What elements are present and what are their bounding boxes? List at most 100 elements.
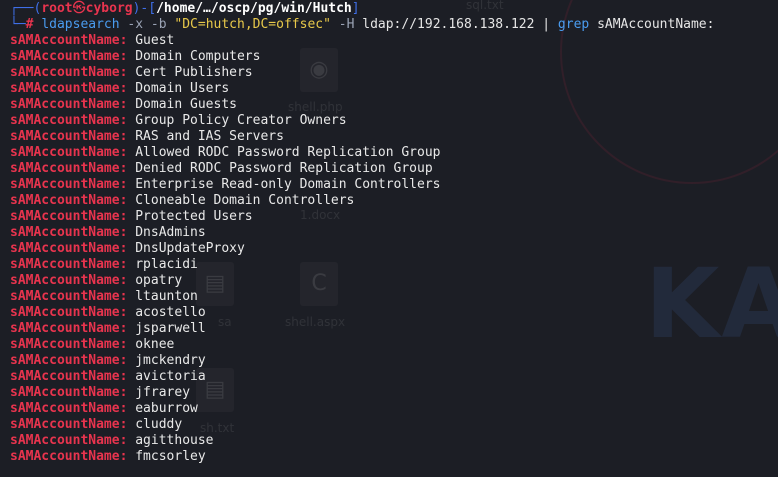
command-base-dn: "DC=hutch,DC=offsec" bbox=[174, 17, 331, 32]
output-line: sAMAccountName: DnsAdmins bbox=[10, 225, 778, 241]
attribute-value: jmckendry bbox=[135, 353, 206, 368]
attribute-key: sAMAccountName: bbox=[10, 209, 128, 224]
attribute-value: cluddy bbox=[135, 417, 183, 432]
output-line: sAMAccountName: jmckendry bbox=[10, 353, 778, 369]
output-line: sAMAccountName: Allowed RODC Password Re… bbox=[10, 145, 778, 161]
attribute-key: sAMAccountName: bbox=[10, 177, 128, 192]
attribute-key: sAMAccountName: bbox=[10, 33, 128, 48]
attribute-key: sAMAccountName: bbox=[10, 273, 128, 288]
output-line: sAMAccountName: Enterprise Read-only Dom… bbox=[10, 177, 778, 193]
prompt-frame: ┌──( bbox=[10, 1, 42, 16]
attribute-key: sAMAccountName: bbox=[10, 145, 128, 160]
attribute-value: oknee bbox=[135, 337, 175, 352]
skull-icon: ㉿ bbox=[72, 1, 86, 16]
command-grep: grep bbox=[557, 17, 590, 32]
command-pipe: | bbox=[542, 17, 551, 32]
output-line: sAMAccountName: avictoria bbox=[10, 369, 778, 385]
attribute-key: sAMAccountName: bbox=[10, 337, 128, 352]
attribute-key: sAMAccountName: bbox=[10, 81, 128, 96]
prompt-frame: )-[ bbox=[132, 1, 157, 16]
attribute-value: Domain Guests bbox=[135, 97, 237, 112]
attribute-key: sAMAccountName: bbox=[10, 401, 128, 416]
output-line: sAMAccountName: agitthouse bbox=[10, 433, 778, 449]
attribute-key: sAMAccountName: bbox=[10, 129, 128, 144]
command-flag: -b bbox=[150, 17, 167, 32]
attribute-value: DnsUpdateProxy bbox=[135, 241, 245, 256]
command-flag: -x bbox=[127, 17, 144, 32]
output-line: sAMAccountName: Domain Guests bbox=[10, 97, 778, 113]
output-line: sAMAccountName: Guest bbox=[10, 33, 778, 49]
attribute-key: sAMAccountName: bbox=[10, 305, 128, 320]
attribute-value: Cert Publishers bbox=[135, 65, 253, 80]
attribute-key: sAMAccountName: bbox=[10, 321, 128, 336]
output-line: sAMAccountName: Group Policy Creator Own… bbox=[10, 113, 778, 129]
attribute-value: RAS and IAS Servers bbox=[135, 129, 284, 144]
attribute-key: sAMAccountName: bbox=[10, 449, 128, 464]
output-line: sAMAccountName: rplacidi bbox=[10, 257, 778, 273]
output-line: sAMAccountName: eaburrow bbox=[10, 401, 778, 417]
attribute-value: avictoria bbox=[135, 369, 206, 384]
attribute-key: sAMAccountName: bbox=[10, 417, 128, 432]
prompt-host: cyborg bbox=[85, 1, 133, 16]
attribute-value: Allowed RODC Password Replication Group bbox=[135, 145, 441, 160]
attribute-value: Domain Users bbox=[135, 81, 230, 96]
attribute-value: jfrarey bbox=[135, 385, 191, 400]
output-line: sAMAccountName: cluddy bbox=[10, 417, 778, 433]
attribute-key: sAMAccountName: bbox=[10, 353, 128, 368]
command-flag: -H bbox=[338, 17, 355, 32]
output-line: sAMAccountName: ltaunton bbox=[10, 289, 778, 305]
attribute-value: rplacidi bbox=[135, 257, 198, 272]
output-line: sAMAccountName: Domain Computers bbox=[10, 49, 778, 65]
prompt-frame: └─ bbox=[10, 17, 26, 32]
terminal-window[interactable]: KA sql.txt ◉ shell.php 1.docx C shell.as… bbox=[0, 0, 778, 477]
attribute-value: Guest bbox=[135, 33, 175, 48]
output-line: sAMAccountName: jsparwell bbox=[10, 321, 778, 337]
attribute-key: sAMAccountName: bbox=[10, 241, 128, 256]
command-line[interactable]: └─# ldapsearch -x -b "DC=hutch,DC=offsec… bbox=[10, 17, 778, 33]
attribute-key: sAMAccountName: bbox=[10, 161, 128, 176]
attribute-value: opatry bbox=[135, 273, 183, 288]
command-uri: ldap://192.168.138.122 bbox=[362, 17, 535, 32]
output-line: sAMAccountName: Cert Publishers bbox=[10, 65, 778, 81]
prompt-user: root bbox=[41, 1, 73, 16]
output-line: sAMAccountName: Protected Users bbox=[10, 209, 778, 225]
output-line: sAMAccountName: oknee bbox=[10, 337, 778, 353]
prompt-hash: # bbox=[25, 17, 34, 32]
attribute-key: sAMAccountName: bbox=[10, 193, 128, 208]
attribute-value: Denied RODC Password Replication Group bbox=[135, 161, 433, 176]
output-line: sAMAccountName: jfrarey bbox=[10, 385, 778, 401]
output-line: sAMAccountName: DnsUpdateProxy bbox=[10, 241, 778, 257]
attribute-key: sAMAccountName: bbox=[10, 433, 128, 448]
output-line: sAMAccountName: acostello bbox=[10, 305, 778, 321]
attribute-key: sAMAccountName: bbox=[10, 65, 128, 80]
prompt-frame: ] bbox=[351, 1, 360, 16]
attribute-key: sAMAccountName: bbox=[10, 113, 128, 128]
attribute-key: sAMAccountName: bbox=[10, 97, 128, 112]
output-line: sAMAccountName: Domain Users bbox=[10, 81, 778, 97]
attribute-key: sAMAccountName: bbox=[10, 49, 128, 64]
output-line: sAMAccountName: fmcsorley bbox=[10, 449, 778, 465]
attribute-value: Protected Users bbox=[135, 209, 253, 224]
prompt-path: /home/…/oscp/pg/win/Hutch bbox=[156, 1, 352, 16]
attribute-value: Group Policy Creator Owners bbox=[135, 113, 347, 128]
command-output: sAMAccountName: Guest sAMAccountName: Dom… bbox=[10, 33, 778, 465]
output-line: sAMAccountName: Cloneable Domain Control… bbox=[10, 193, 778, 209]
attribute-key: sAMAccountName: bbox=[10, 257, 128, 272]
terminal-content[interactable]: ┌──(root㉿cyborg)-[/home/…/oscp/pg/win/Hu… bbox=[10, 1, 778, 465]
output-line: sAMAccountName: RAS and IAS Servers bbox=[10, 129, 778, 145]
command-program: ldapsearch bbox=[41, 17, 120, 32]
output-line: sAMAccountName: opatry bbox=[10, 273, 778, 289]
attribute-value: acostello bbox=[135, 305, 206, 320]
attribute-value: jsparwell bbox=[135, 321, 206, 336]
attribute-key: sAMAccountName: bbox=[10, 369, 128, 384]
attribute-value: Domain Computers bbox=[135, 49, 261, 64]
attribute-value: Cloneable Domain Controllers bbox=[135, 193, 355, 208]
attribute-value: fmcsorley bbox=[135, 449, 206, 464]
attribute-value: eaburrow bbox=[135, 401, 198, 416]
attribute-value: ltaunton bbox=[135, 289, 198, 304]
prompt-line: ┌──(root㉿cyborg)-[/home/…/oscp/pg/win/Hu… bbox=[10, 1, 778, 17]
attribute-value: DnsAdmins bbox=[135, 225, 206, 240]
command-pattern: sAMAccountName: bbox=[597, 17, 715, 32]
attribute-value: agitthouse bbox=[135, 433, 214, 448]
attribute-key: sAMAccountName: bbox=[10, 385, 128, 400]
